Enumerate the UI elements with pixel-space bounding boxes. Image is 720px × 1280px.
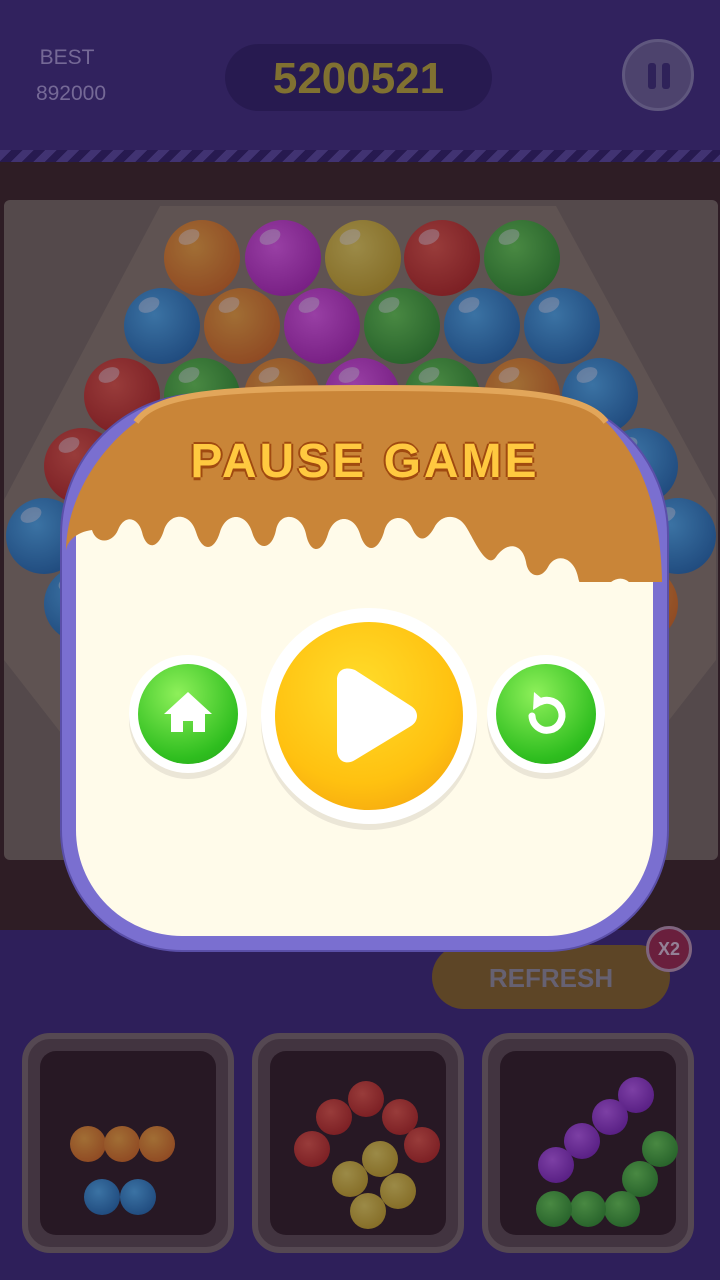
play-icon: [337, 668, 417, 763]
resume-button[interactable]: [275, 622, 463, 810]
restart-button[interactable]: [496, 664, 596, 764]
home-button[interactable]: [138, 664, 238, 764]
dialog-title: PAUSE GAME: [190, 435, 540, 488]
restart-icon: [528, 692, 566, 734]
home-icon: [164, 692, 212, 732]
